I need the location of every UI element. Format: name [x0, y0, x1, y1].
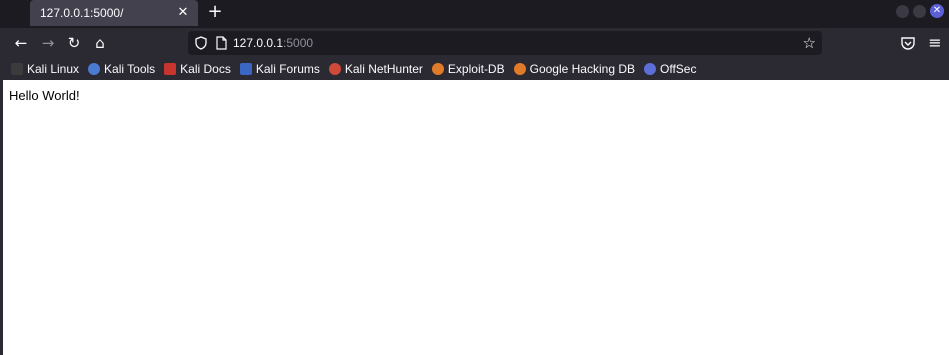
bookmark-kali-docs[interactable]: Kali Docs	[164, 62, 231, 76]
tab-title: 127.0.0.1:5000/	[40, 6, 124, 20]
kali-forums-icon	[239, 63, 252, 75]
bookmark-kali-tools[interactable]: Kali Tools	[88, 62, 155, 76]
bookmark-offsec[interactable]: OffSec	[644, 62, 696, 76]
bookmark-label: Google Hacking DB	[529, 62, 635, 76]
exploit-db-icon	[431, 63, 444, 75]
home-button[interactable]: ⌂	[89, 32, 111, 54]
bookmark-label: Kali Linux	[27, 62, 80, 76]
bookmark-label: Exploit-DB	[447, 62, 505, 76]
forward-button[interactable]: →	[37, 32, 59, 54]
url-bar[interactable]: 127.0.0.1:5000 ☆	[188, 31, 822, 55]
bookmark-label: Kali Docs	[180, 62, 231, 76]
new-tab-button[interactable]: +	[204, 2, 226, 24]
url-host: 127.0.0.1	[233, 36, 284, 50]
bookmark-kali-forums[interactable]: Kali Forums	[239, 62, 320, 76]
app-menu-icon[interactable]: ≡	[926, 34, 944, 52]
shield-icon[interactable]	[194, 36, 208, 50]
pocket-icon[interactable]	[899, 34, 917, 52]
bookmark-exploit-db[interactable]: Exploit-DB	[431, 62, 505, 76]
bookmark-label: Kali Tools	[104, 62, 156, 76]
bookmark-google-hacking-db[interactable]: Google Hacking DB	[513, 62, 635, 76]
kali-tools-icon	[88, 63, 101, 75]
bookmark-label: OffSec	[660, 62, 697, 76]
bookmark-kali-linux[interactable]: Kali Linux	[11, 62, 79, 76]
bookmark-label: Kali Forums	[255, 62, 320, 76]
bookmark-kali-nethunter[interactable]: Kali NetHunter	[328, 62, 423, 76]
ghdb-icon	[513, 63, 526, 75]
page-text: Hello World!	[9, 88, 80, 103]
offsec-icon	[644, 63, 656, 75]
back-button[interactable]: ←	[10, 32, 32, 54]
tab-active[interactable]: 127.0.0.1:5000/ ✕	[30, 0, 198, 26]
bookmark-label: Kali NetHunter	[344, 62, 423, 76]
page-content: Hello World!	[3, 80, 949, 355]
tab-strip: 127.0.0.1:5000/ ✕ + ✕	[0, 0, 949, 28]
kali-dragon-icon	[11, 63, 23, 75]
nav-toolbar: ← → ↻ ⌂ 127.0.0.1:5000 ☆ ≡	[0, 28, 949, 58]
nethunter-icon	[328, 63, 341, 75]
tab-close-icon[interactable]: ✕	[174, 4, 192, 22]
url-port: :5000	[283, 36, 314, 50]
bookmark-star-icon[interactable]: ☆	[803, 34, 816, 52]
window-close-button[interactable]: ✕	[930, 4, 944, 18]
kali-docs-icon	[164, 63, 177, 75]
maximize-button[interactable]	[913, 5, 926, 18]
minimize-button[interactable]	[896, 5, 909, 18]
page-info-icon[interactable]	[214, 36, 228, 50]
url-text[interactable]: 127.0.0.1:5000	[233, 36, 313, 50]
bookmarks-toolbar: Kali Linux Kali Tools Kali Docs Kali For…	[0, 58, 949, 80]
reload-button[interactable]: ↻	[63, 32, 85, 54]
